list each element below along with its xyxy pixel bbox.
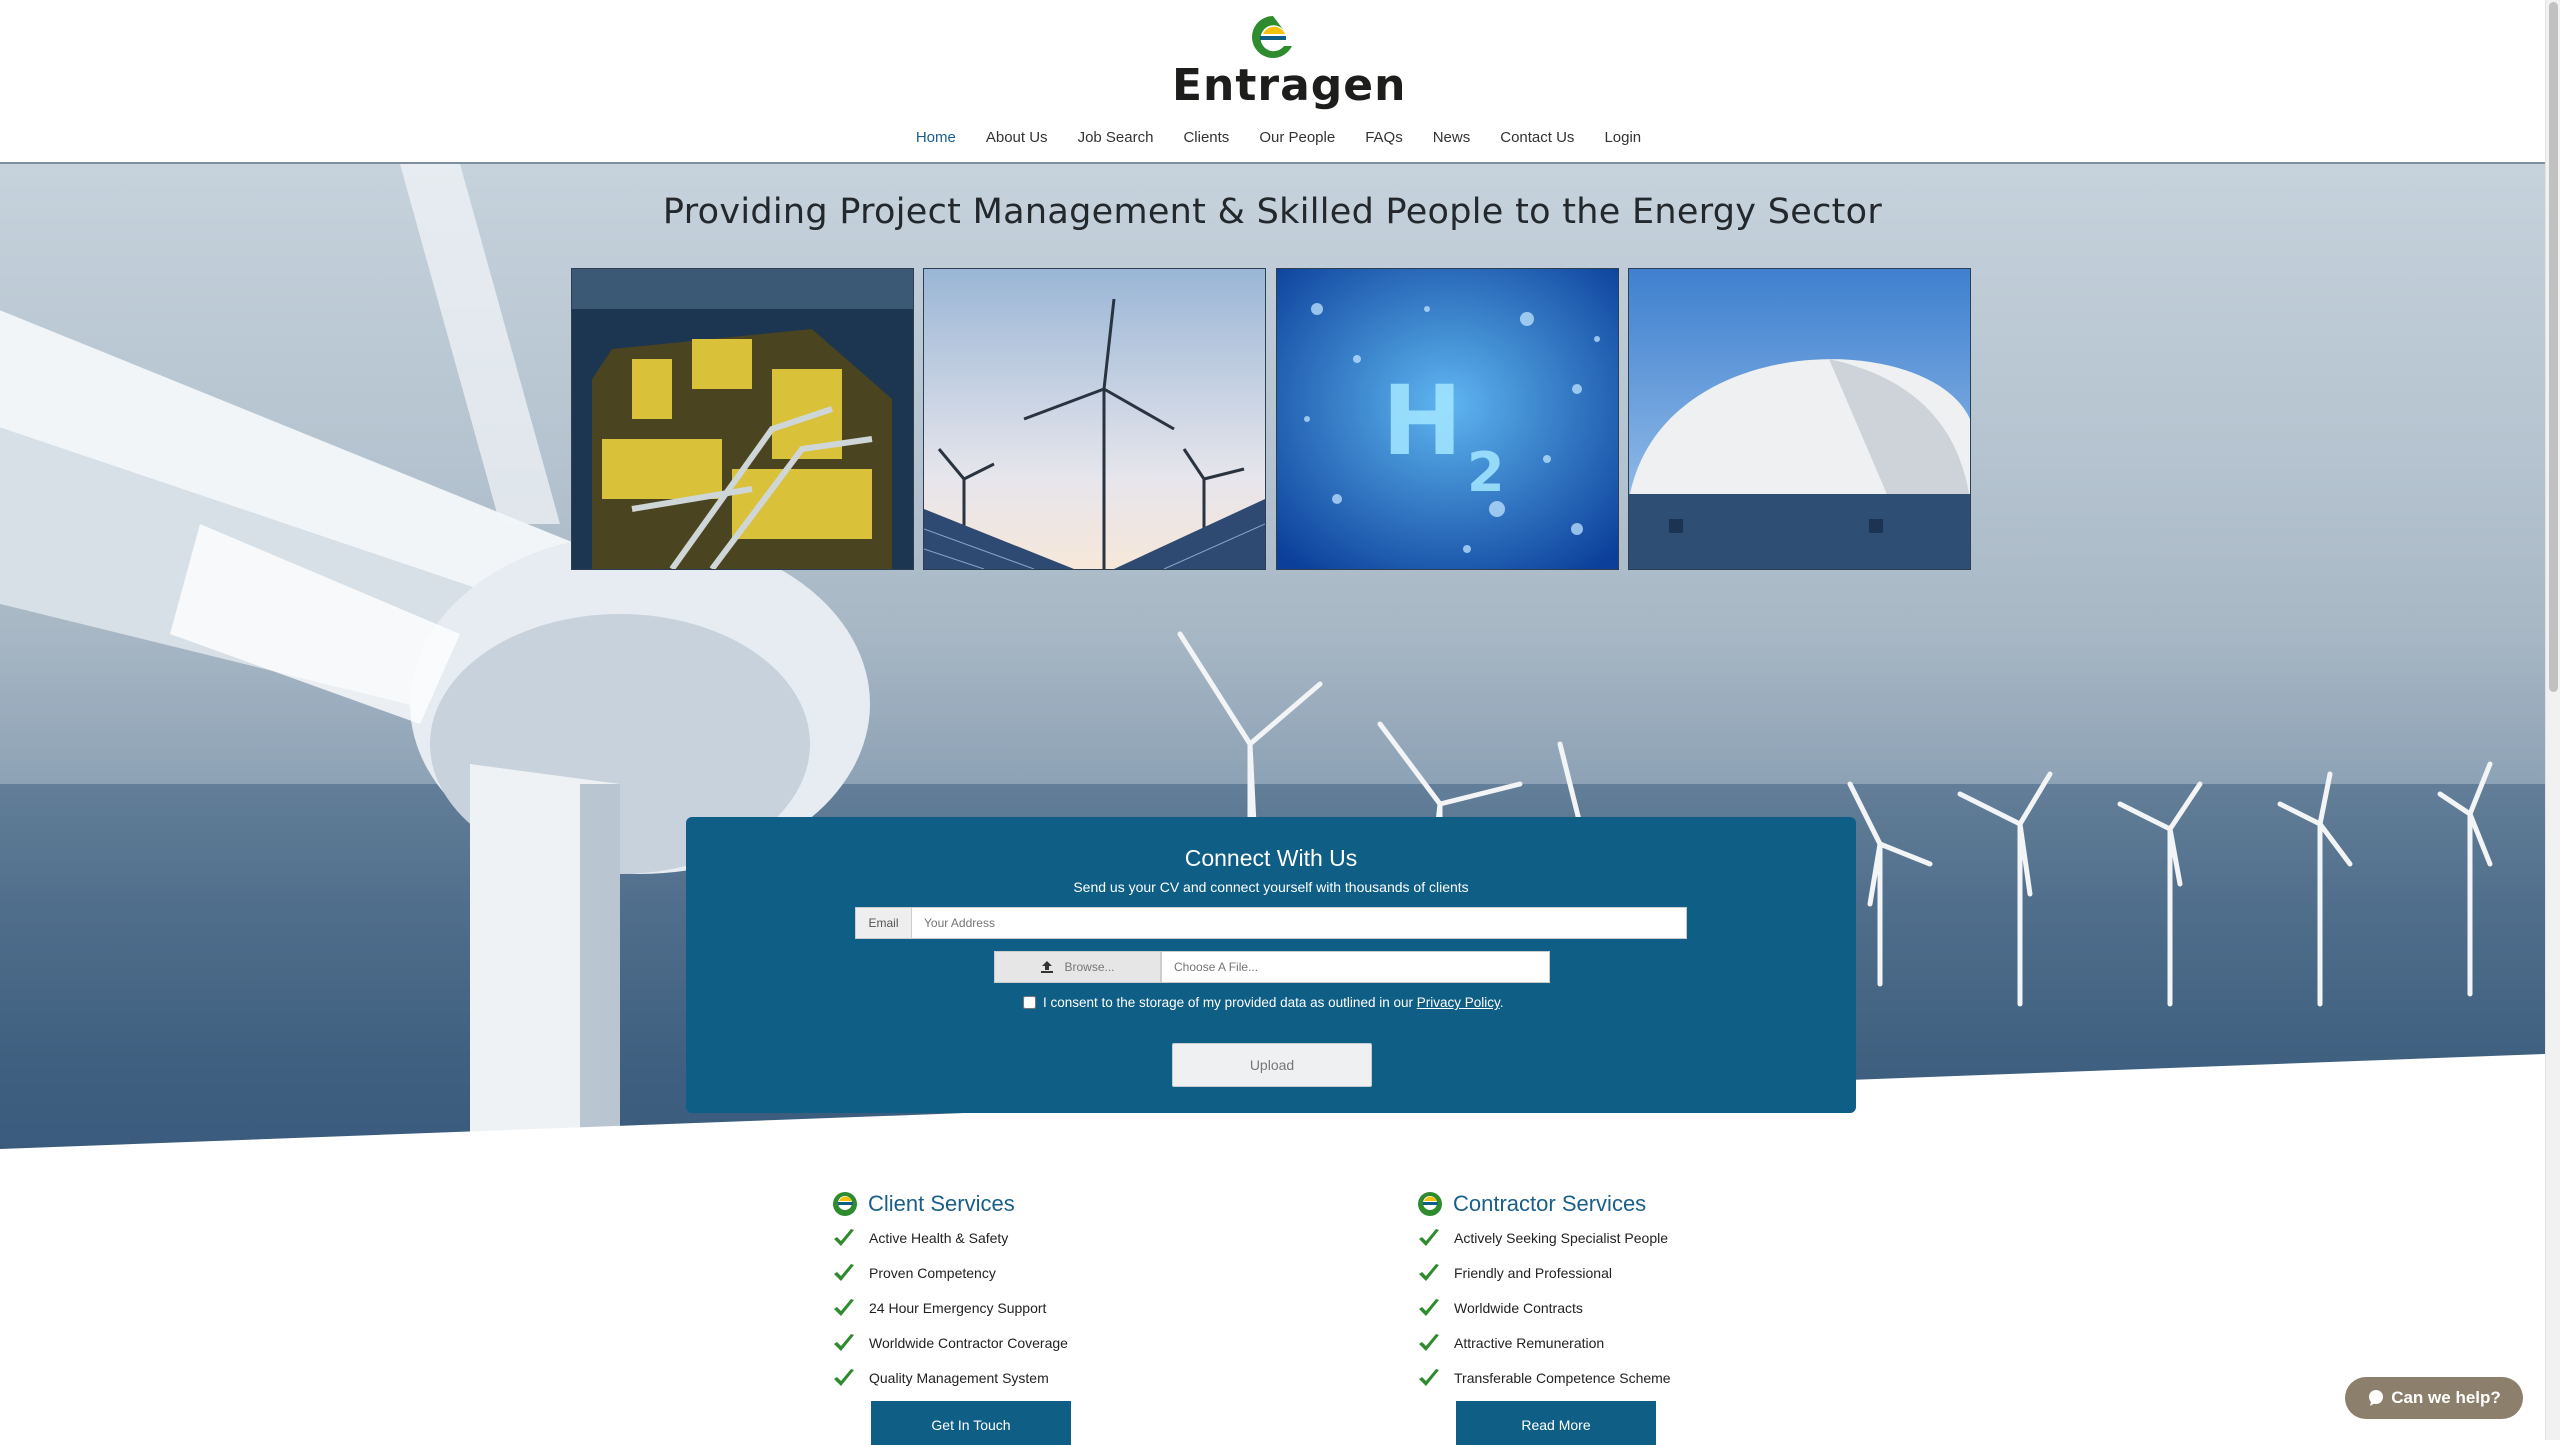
chat-bubble-icon bbox=[2369, 1390, 2384, 1406]
chat-label: Can we help? bbox=[2391, 1388, 2501, 1407]
nav-item-job-search[interactable]: Job Search bbox=[1063, 120, 1169, 162]
list-item: 24 Hour Emergency Support bbox=[832, 1290, 1192, 1325]
privacy-policy-link[interactable]: Privacy Policy bbox=[1417, 995, 1500, 1010]
site-header: Entragen Home About Us Job Search Client… bbox=[0, 0, 2560, 171]
email-label: Email bbox=[855, 907, 911, 939]
page-scrollbar[interactable] bbox=[2545, 0, 2560, 1440]
checkmark-icon bbox=[834, 1298, 854, 1316]
get-in-touch-button[interactable]: Get In Touch bbox=[871, 1401, 1071, 1445]
svg-text:2: 2 bbox=[1467, 441, 1505, 504]
upload-button[interactable]: Upload bbox=[1172, 1043, 1372, 1087]
list-item: Transferable Competence Scheme bbox=[1417, 1360, 1777, 1395]
checkmark-icon bbox=[834, 1333, 854, 1351]
entragen-logo[interactable]: Entragen bbox=[1172, 8, 1407, 112]
contractor-services-title: Contractor Services bbox=[1453, 1191, 1647, 1216]
checkmark-icon bbox=[834, 1263, 854, 1281]
main-nav: Home About Us Job Search Clients Our Peo… bbox=[0, 120, 2560, 171]
nav-item-home[interactable]: Home bbox=[900, 120, 971, 171]
offshore-platform-image bbox=[571, 268, 914, 570]
checkmark-icon bbox=[1419, 1263, 1439, 1281]
client-services-title: Client Services bbox=[868, 1191, 1015, 1216]
file-upload-group: Browse... bbox=[994, 951, 1550, 983]
list-item: Quality Management System bbox=[832, 1360, 1192, 1395]
list-item: Worldwide Contracts bbox=[1417, 1290, 1777, 1325]
chat-widget-button[interactable]: Can we help? bbox=[2345, 1377, 2523, 1419]
nav-item-clients[interactable]: Clients bbox=[1168, 120, 1244, 162]
connect-with-us-panel: Connect With Us Send us your CV and conn… bbox=[686, 817, 1856, 1113]
svg-text:H: H bbox=[1382, 365, 1462, 477]
checkmark-icon bbox=[1419, 1298, 1439, 1316]
scrollbar-thumb[interactable] bbox=[2549, 2, 2558, 692]
checkmark-icon bbox=[834, 1368, 854, 1386]
list-item: Active Health & Safety bbox=[832, 1220, 1192, 1255]
contractor-services: Contractor Services Actively Seeking Spe… bbox=[1417, 1190, 1777, 1445]
hero-title: Providing Project Management & Skilled P… bbox=[662, 192, 1883, 232]
hydrogen-h2-image: H 2 bbox=[1276, 268, 1619, 570]
list-item: Actively Seeking Specialist People bbox=[1417, 1220, 1777, 1255]
upload-icon bbox=[1041, 961, 1054, 973]
connect-subtitle: Send us your CV and connect yourself wit… bbox=[1073, 879, 1469, 895]
consent-text: I consent to the storage of my provided … bbox=[1043, 995, 1504, 1010]
nuclear-dome-image bbox=[1628, 268, 1971, 570]
checkmark-icon bbox=[834, 1228, 854, 1246]
checkmark-icon bbox=[1419, 1368, 1439, 1386]
consent-checkbox[interactable] bbox=[1023, 996, 1036, 1009]
consent-row: I consent to the storage of my provided … bbox=[1023, 995, 1504, 1010]
list-item: Proven Competency bbox=[832, 1255, 1192, 1290]
client-services: Client Services Active Health & Safety P… bbox=[832, 1190, 1192, 1445]
list-item: Attractive Remuneration bbox=[1417, 1325, 1777, 1360]
browse-label: Browse... bbox=[1064, 960, 1115, 974]
nav-item-faqs[interactable]: FAQs bbox=[1350, 120, 1418, 162]
checkmark-icon bbox=[1419, 1228, 1439, 1246]
entragen-e-icon bbox=[1418, 1192, 1442, 1216]
nav-item-news[interactable]: News bbox=[1418, 120, 1486, 162]
list-item: Friendly and Professional bbox=[1417, 1255, 1777, 1290]
connect-title: Connect With Us bbox=[1184, 845, 1358, 871]
wind-solar-image bbox=[923, 268, 1266, 570]
checkmark-icon bbox=[1419, 1333, 1439, 1351]
nav-item-about-us[interactable]: About Us bbox=[971, 120, 1063, 162]
nav-item-contact-us[interactable]: Contact Us bbox=[1485, 120, 1589, 162]
email-group: Email bbox=[855, 907, 1687, 939]
nav-item-login[interactable]: Login bbox=[1589, 120, 1656, 162]
list-item: Worldwide Contractor Coverage bbox=[832, 1325, 1192, 1360]
nav-item-our-people[interactable]: Our People bbox=[1244, 120, 1350, 162]
browse-button[interactable]: Browse... bbox=[994, 951, 1161, 983]
brand-name: Entragen bbox=[1172, 60, 1407, 111]
email-field[interactable] bbox=[911, 907, 1687, 939]
read-more-button[interactable]: Read More bbox=[1456, 1401, 1656, 1445]
entragen-e-icon bbox=[833, 1192, 857, 1216]
entragen-logo-icon bbox=[1252, 16, 1292, 58]
file-name-field[interactable] bbox=[1161, 951, 1550, 983]
